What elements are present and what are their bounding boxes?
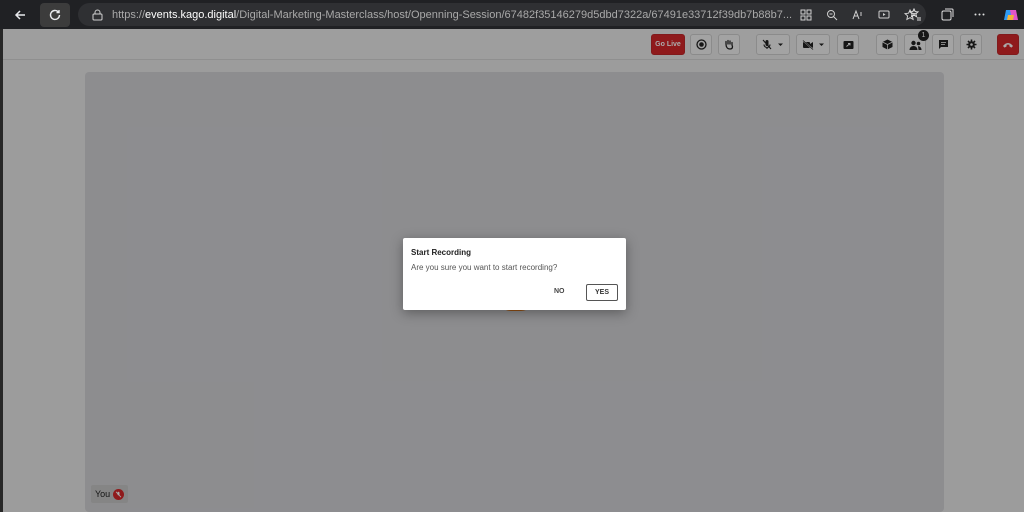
url-protocol: https:// xyxy=(112,8,146,21)
more-menu-icon[interactable] xyxy=(970,6,988,24)
no-button[interactable]: NO xyxy=(554,288,565,295)
site-info-icon[interactable] xyxy=(90,8,104,22)
copilot-icon[interactable] xyxy=(1002,6,1020,24)
media-icon[interactable] xyxy=(876,7,892,23)
apps-icon[interactable] xyxy=(798,7,814,23)
dialog-message: Are you sure you want to start recording… xyxy=(411,263,558,272)
favorites-icon[interactable] xyxy=(906,6,924,24)
reload-button[interactable] xyxy=(40,2,70,27)
start-recording-dialog: Start Recording Are you sure you want to… xyxy=(403,238,626,310)
back-button[interactable] xyxy=(6,3,34,27)
yes-button[interactable]: YES xyxy=(586,284,618,301)
dialog-title: Start Recording xyxy=(411,248,472,257)
arrow-left-icon xyxy=(14,9,25,20)
read-aloud-icon[interactable] xyxy=(850,7,866,23)
zoom-icon[interactable] xyxy=(824,7,840,23)
address-bar[interactable]: https://events.kago.digital/Digital-Mark… xyxy=(78,3,926,26)
reload-icon xyxy=(49,9,61,20)
url-path: /Digital-Marketing-Masterclass/host/Open… xyxy=(236,8,793,21)
collections-icon[interactable] xyxy=(938,6,956,24)
url-host: events.kago.digital xyxy=(145,8,237,21)
